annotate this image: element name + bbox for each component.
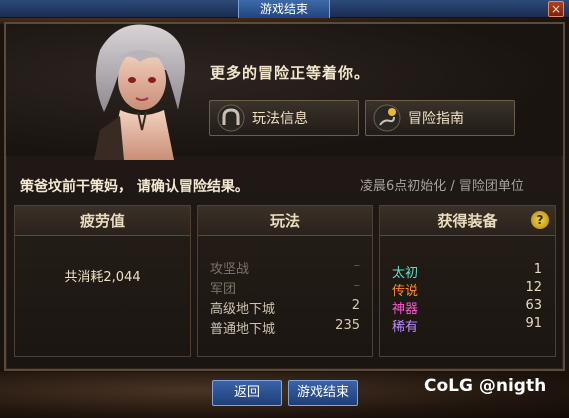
npc-portrait bbox=[94, 24, 185, 160]
play-panel-title: 玩法 bbox=[198, 206, 372, 236]
end-game-button[interactable]: 游戏结束 bbox=[288, 380, 358, 406]
play-panel: 玩法 攻坚战 – 军团 – 高级地下城 2 普通地下城 235 bbox=[197, 205, 373, 357]
gear-row-value: 63 bbox=[525, 298, 542, 313]
play-row: 攻坚战 – bbox=[210, 258, 360, 278]
back-button[interactable]: 返回 bbox=[212, 380, 282, 406]
play-row-label: 攻坚战 bbox=[210, 262, 250, 277]
play-row: 高级地下城 2 bbox=[210, 298, 360, 318]
gear-row: 稀有 91 bbox=[392, 316, 542, 336]
map-pin-icon bbox=[373, 104, 401, 132]
window-title: 游戏结束 bbox=[238, 0, 330, 18]
confirm-message: 策爸坟前干策妈， 请确认冒险结果。 bbox=[20, 179, 249, 195]
play-info-label: 玩法信息 bbox=[252, 111, 308, 127]
help-icon[interactable]: ? bbox=[531, 211, 549, 229]
fatigue-total: 共消耗2,044 bbox=[64, 270, 141, 285]
fatigue-panel: 疲劳值 共消耗2,044 bbox=[14, 205, 191, 357]
gear-row-value: 1 bbox=[533, 262, 542, 277]
play-info-button[interactable]: 玩法信息 bbox=[209, 100, 359, 136]
gear-row-value: 91 bbox=[525, 316, 542, 331]
play-row-label: 军团 bbox=[210, 282, 237, 297]
play-row-value: – bbox=[353, 278, 361, 293]
gear-row-label: 传说 bbox=[392, 284, 419, 299]
gear-row: 太初 1 bbox=[392, 262, 542, 282]
play-row-value: – bbox=[353, 258, 361, 273]
watermark: CoLG @nigth bbox=[424, 376, 547, 396]
play-row: 普通地下城 235 bbox=[210, 318, 360, 338]
gear-row-label: 神器 bbox=[392, 302, 419, 317]
gear-panel: 获得装备 ? 太初 1 传说 12 神器 63 稀有 91 bbox=[379, 205, 556, 357]
reset-note: 凌晨6点初始化 / 冒险团单位 bbox=[360, 179, 524, 194]
gear-row: 神器 63 bbox=[392, 298, 542, 318]
adventure-guide-label: 冒险指南 bbox=[408, 111, 464, 127]
gear-row-label: 稀有 bbox=[392, 320, 419, 335]
adventure-guide-button[interactable]: 冒险指南 bbox=[365, 100, 515, 136]
npc-headline: 更多的冒险正等着你。 bbox=[210, 64, 371, 82]
play-row-value: 2 bbox=[351, 298, 360, 313]
play-row: 军团 – bbox=[210, 278, 360, 298]
play-row-label: 普通地下城 bbox=[210, 322, 276, 337]
play-row-value: 235 bbox=[335, 318, 360, 333]
fatigue-panel-title: 疲劳值 bbox=[15, 206, 190, 236]
horseshoe-icon bbox=[217, 104, 245, 132]
gear-row: 传说 12 bbox=[392, 280, 542, 300]
gear-row-label: 太初 bbox=[392, 266, 419, 281]
gear-panel-title: 获得装备 bbox=[380, 206, 555, 236]
title-bar: 游戏结束 × bbox=[0, 0, 569, 18]
close-button[interactable]: × bbox=[548, 1, 564, 17]
gear-row-value: 12 bbox=[525, 280, 542, 295]
play-row-label: 高级地下城 bbox=[210, 302, 276, 317]
